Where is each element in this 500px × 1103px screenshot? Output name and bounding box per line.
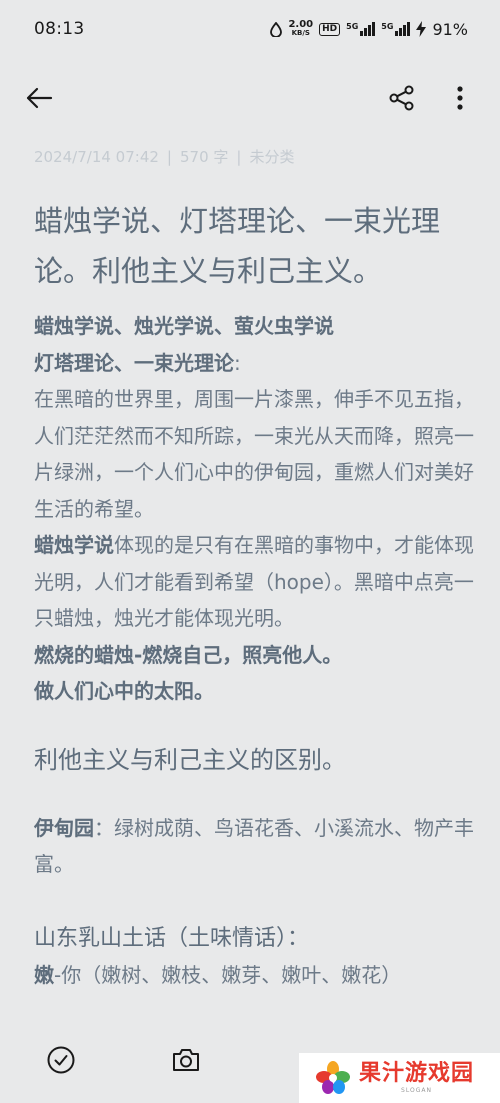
sim2-tag: 5G [381,22,394,31]
status-icons: 2.00 KB/S HD 5G 5G 91% [270,20,468,39]
share-button[interactable] [380,72,424,124]
content-last-lead: 嫩 [34,962,54,987]
net-speed-value: 2.00 [288,19,314,30]
check-circle-icon [47,1046,75,1074]
content-heading-3: 山东乳山土话（土味情话）： [34,925,310,951]
note-meta: 2024/7/14 07:42 | 570 字 | 未分类 [34,146,294,167]
camera-icon [173,1049,199,1071]
status-time: 08:13 [34,19,85,39]
watermark-logo: 果汁游戏园 SLOGAN [299,1053,500,1103]
water-drop-icon [270,21,283,37]
note-content[interactable]: 蜡烛学说、烛光学说、萤火虫学说 灯塔理论、一束光理论: 在黑暗的世界里，周围一片… [34,308,474,993]
content-last-line: -你（嫩树、嫩枝、嫩芽、嫩叶、嫩花） [54,962,402,987]
note-date: 2024/7/14 07:42 [34,148,159,166]
content-line-4: 做人们心中的太阳。 [34,679,214,703]
back-button[interactable] [17,72,61,124]
note-toolbar [0,72,500,124]
note-category[interactable]: 未分类 [249,148,294,166]
more-options-button[interactable] [438,72,482,124]
hd-badge: HD [319,22,341,36]
net-speed-unit: KB/S [291,29,310,37]
content-line-3: 燃烧的蜡烛-燃烧自己，照亮他人。 [34,642,343,667]
content-heading-2: 利他主义与利己主义的区别。 [34,745,346,774]
content-line-2: 灯塔理论、一束光理论 [34,350,234,375]
signal-sim2-icon: 5G [381,22,411,36]
share-icon [389,85,414,111]
eden-text: ：绿树成荫、鸟语花香、小溪流水、物产丰富。 [34,815,474,877]
signal-sim1-icon: 5G [346,22,376,36]
camera-button[interactable] [166,1040,206,1080]
checklist-button[interactable] [41,1040,81,1080]
flower-logo-icon [316,1061,350,1094]
watermark-slogan: SLOGAN [401,1087,432,1094]
sim1-tag: 5G [346,22,359,31]
eden-label: 伊甸园 [34,815,94,840]
status-bar: 08:13 2.00 KB/S HD 5G 5G 91% [0,0,500,58]
note-char-count: 570 字 [179,148,229,166]
meta-separator: | [236,148,242,166]
charging-bolt-icon [416,21,427,37]
content-paragraph-1: 在黑暗的世界里，周围一片漆黑，伸手不见五指，人们茫茫然而不知所踪，一束光从天而降… [34,387,474,521]
watermark-text: 果汁游戏园 SLOGAN [359,1061,474,1095]
arrow-left-icon [26,87,53,109]
content-paragraph-2-lead: 蜡烛学说 [34,533,114,557]
net-speed: 2.00 KB/S [288,20,313,38]
battery-level: 91% [432,19,468,39]
meta-separator: | [166,148,172,166]
more-vertical-icon [457,86,463,110]
watermark-title: 果汁游戏园 [359,1061,475,1086]
content-line-2-tail: : [234,350,241,375]
note-title[interactable]: 蜡烛学说、灯塔理论、一束光理论。利他主义与利己主义。 [34,196,474,296]
content-line-1: 蜡烛学说、烛光学说、萤火虫学说 [34,314,334,338]
